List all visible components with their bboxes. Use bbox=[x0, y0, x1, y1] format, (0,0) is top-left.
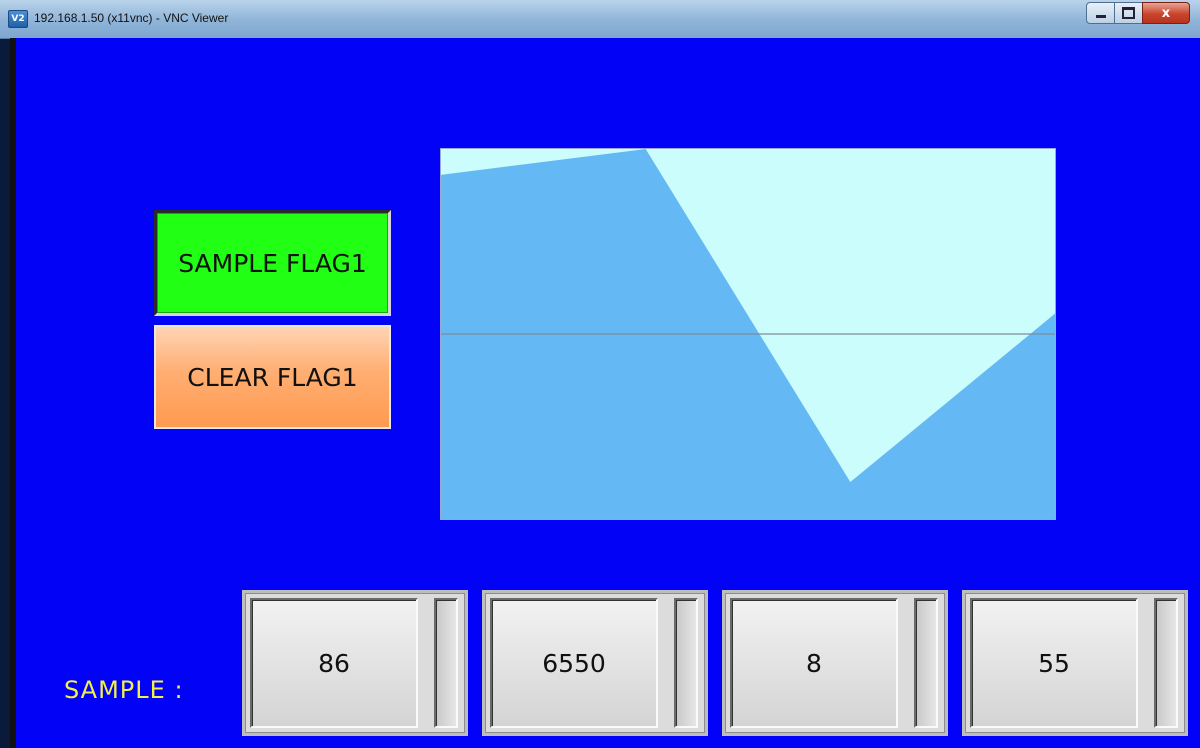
value-display-1[interactable]: 86 bbox=[242, 590, 468, 736]
value-display-3-text: 8 bbox=[730, 598, 898, 728]
trend-chart bbox=[440, 148, 1056, 520]
minimize-button[interactable] bbox=[1086, 2, 1115, 24]
value-display-4-text: 55 bbox=[970, 598, 1138, 728]
maximize-button[interactable] bbox=[1114, 2, 1143, 24]
clear-flag1-button[interactable]: CLEAR FLAG1 bbox=[154, 325, 391, 429]
value-display-4-slot bbox=[1154, 598, 1178, 728]
value-display-3-slot bbox=[914, 598, 938, 728]
vnc-viewer-icon: V2 bbox=[8, 10, 28, 28]
window-controls: x bbox=[1086, 2, 1190, 24]
window-titlebar[interactable]: V2 192.168.1.50 (x11vnc) - VNC Viewer x bbox=[0, 0, 1200, 39]
sample-label: SAMPLE : bbox=[64, 676, 184, 704]
close-icon: x bbox=[1161, 5, 1171, 21]
value-display-2[interactable]: 6550 bbox=[482, 590, 708, 736]
value-display-2-slot bbox=[674, 598, 698, 728]
maximize-icon bbox=[1122, 7, 1135, 19]
sample-flag1-label: SAMPLE FLAG1 bbox=[178, 248, 367, 278]
close-button[interactable]: x bbox=[1142, 2, 1190, 24]
trend-chart-svg bbox=[441, 149, 1055, 519]
minimize-icon bbox=[1095, 14, 1106, 18]
value-display-3[interactable]: 8 bbox=[722, 590, 948, 736]
value-display-4[interactable]: 55 bbox=[962, 590, 1188, 736]
window-title: 192.168.1.50 (x11vnc) - VNC Viewer bbox=[34, 11, 229, 25]
value-display-2-text: 6550 bbox=[490, 598, 658, 728]
clear-flag1-label: CLEAR FLAG1 bbox=[187, 362, 358, 392]
value-display-1-slot bbox=[434, 598, 458, 728]
sample-flag1-button[interactable]: SAMPLE FLAG1 bbox=[154, 210, 391, 316]
value-display-1-text: 86 bbox=[250, 598, 418, 728]
remote-screen[interactable]: SAMPLE FLAG1 CLEAR FLAG1 SAMPLE : 86 655… bbox=[10, 38, 1200, 748]
